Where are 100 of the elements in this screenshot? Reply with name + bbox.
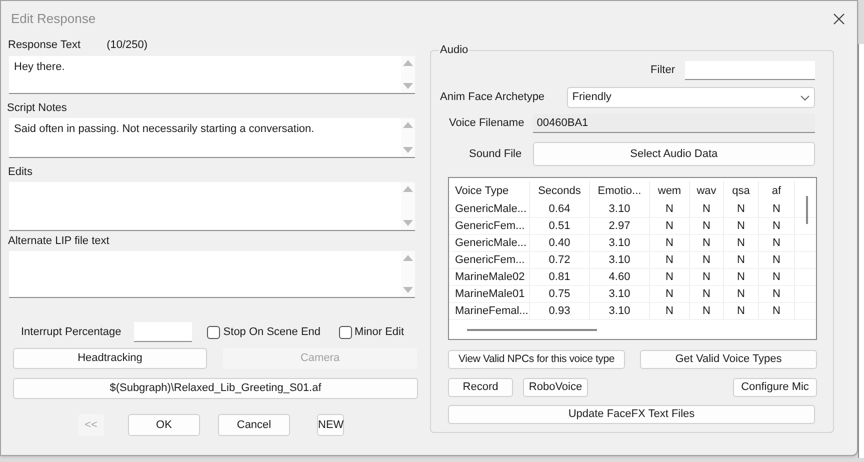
table-cell: N	[759, 269, 795, 286]
table-cell: MarineMale01	[449, 286, 530, 303]
table-cell: N	[759, 303, 795, 320]
table-cell: MarineMale02	[449, 269, 530, 286]
scroll-up-icon[interactable]	[403, 255, 413, 261]
checkbox[interactable]: Minor Edit	[338, 324, 404, 340]
table-cell: 4.60	[590, 269, 650, 286]
table-cell: 0.75	[530, 286, 590, 303]
table-cell: N	[759, 252, 795, 269]
text-area[interactable]: Said often in passing. Not necessarily starting a conversation.	[9, 118, 415, 158]
column-header[interactable]: af	[759, 181, 795, 201]
field-label: Edits	[8, 164, 32, 180]
table-cell: 0.72	[530, 252, 590, 269]
table-cell: N	[724, 201, 759, 218]
scroll-down-icon[interactable]	[403, 287, 413, 293]
horizontal-scrollbar[interactable]	[467, 329, 597, 331]
table-cell: N	[650, 269, 690, 286]
table-cell: N	[690, 303, 724, 320]
table-cell: 3.10	[590, 201, 650, 218]
table-cell: N	[650, 218, 690, 235]
scroll-up-icon[interactable]	[403, 122, 413, 128]
table-cell: N	[690, 286, 724, 303]
table-cell: N	[759, 218, 795, 235]
field-label: Interrupt Percentage	[21, 324, 122, 340]
table-cell: N	[650, 201, 690, 218]
scroll-up-icon[interactable]	[403, 186, 413, 192]
push-button[interactable]: Update FaceFX Text Files	[448, 405, 815, 424]
vertical-scrollbar[interactable]	[806, 196, 808, 224]
text-area-value: Hey there.	[14, 61, 65, 73]
table-cell: 3.10	[590, 252, 650, 269]
table-cell: 2.97	[590, 218, 650, 235]
table-cell: N	[650, 252, 690, 269]
scroll-up-icon[interactable]	[403, 60, 413, 66]
scroll-down-icon[interactable]	[403, 220, 413, 226]
window-title: Edit Response	[11, 10, 96, 28]
text-area[interactable]	[9, 182, 415, 231]
character-count: (10/250)	[106, 38, 148, 52]
text-area[interactable]: Hey there.	[9, 56, 415, 94]
column-header[interactable]: wem	[650, 181, 690, 201]
table-cell: N	[724, 218, 759, 235]
table-cell: 0.64	[530, 201, 590, 218]
column-header[interactable]: Voice Type	[449, 181, 530, 201]
table-cell: 3.10	[590, 235, 650, 252]
push-button[interactable]: NEW	[317, 414, 344, 436]
dropdown[interactable]: Friendly	[567, 87, 815, 108]
table-cell: N	[759, 235, 795, 252]
close-icon[interactable]	[833, 12, 845, 24]
text-area[interactable]	[9, 251, 415, 298]
field-label: Script Notes	[7, 100, 67, 116]
push-button[interactable]: Get Valid Voice Types	[640, 350, 817, 369]
input-field[interactable]	[134, 322, 192, 342]
field-label: Filter	[650, 63, 675, 78]
scroll-down-icon[interactable]	[403, 147, 413, 153]
table-cell: MarineFemal...	[449, 303, 530, 320]
push-button[interactable]: Configure Mic	[733, 378, 817, 397]
table-cell: N	[690, 235, 724, 252]
read-only-field: 00460BA1	[532, 114, 815, 133]
table-cell: N	[759, 201, 795, 218]
file-path-button[interactable]: $(Subgraph)\Relaxed_Lib_Greeting_S01.af	[13, 378, 418, 399]
push-button[interactable]: Record	[448, 378, 513, 397]
column-header[interactable]: Emotio...	[590, 181, 650, 201]
table-cell: 3.10	[590, 303, 650, 320]
table-cell: N	[650, 235, 690, 252]
field-label: Sound File	[468, 146, 523, 162]
select-audio-button[interactable]: Select Audio Data	[532, 142, 815, 166]
table-cell: N	[724, 303, 759, 320]
table-cell: N	[724, 252, 759, 269]
checkbox[interactable]: Stop On Scene End	[207, 324, 321, 340]
table-cell: GenericMale...	[449, 201, 530, 218]
table-cell: GenericFem...	[449, 218, 530, 235]
push-button[interactable]: View Valid NPCs for this voice type	[448, 350, 625, 369]
checkbox-box[interactable]	[207, 326, 220, 338]
column-header[interactable]: wav	[690, 181, 724, 201]
table-cell: N	[690, 252, 724, 269]
scroll-down-icon[interactable]	[403, 83, 413, 89]
checkbox-box[interactable]	[338, 326, 352, 338]
push-button[interactable]: OK	[128, 414, 200, 436]
push-button[interactable]: Headtracking	[13, 348, 207, 369]
table-cell: 0.51	[530, 218, 590, 235]
column-header[interactable]: qsa	[724, 181, 759, 201]
table-cell: N	[650, 286, 690, 303]
table-cell: 3.10	[590, 286, 650, 303]
field-label: Voice Filename	[449, 116, 526, 132]
filter-field[interactable]	[685, 61, 815, 80]
push-button[interactable]: Cancel	[218, 414, 290, 436]
table-cell: 0.93	[530, 303, 590, 320]
table-cell: 0.40	[530, 235, 590, 252]
field-label: Response Text	[8, 38, 81, 52]
table-cell: GenericMale...	[449, 235, 530, 252]
column-header[interactable]: Seconds	[530, 181, 590, 201]
table-cell: N	[690, 218, 724, 235]
field-label: Anim Face Archetype	[440, 90, 546, 106]
push-button[interactable]: RoboVoice	[523, 378, 588, 397]
table-cell: N	[724, 235, 759, 252]
table-cell: N	[724, 269, 759, 286]
text-area-value: Said often in passing. Not necessarily starting a conversation.	[14, 123, 314, 135]
table-cell: N	[724, 286, 759, 303]
table-cell: N	[690, 201, 724, 218]
table-cell: N	[650, 303, 690, 320]
table-cell: 0.81	[530, 269, 590, 286]
